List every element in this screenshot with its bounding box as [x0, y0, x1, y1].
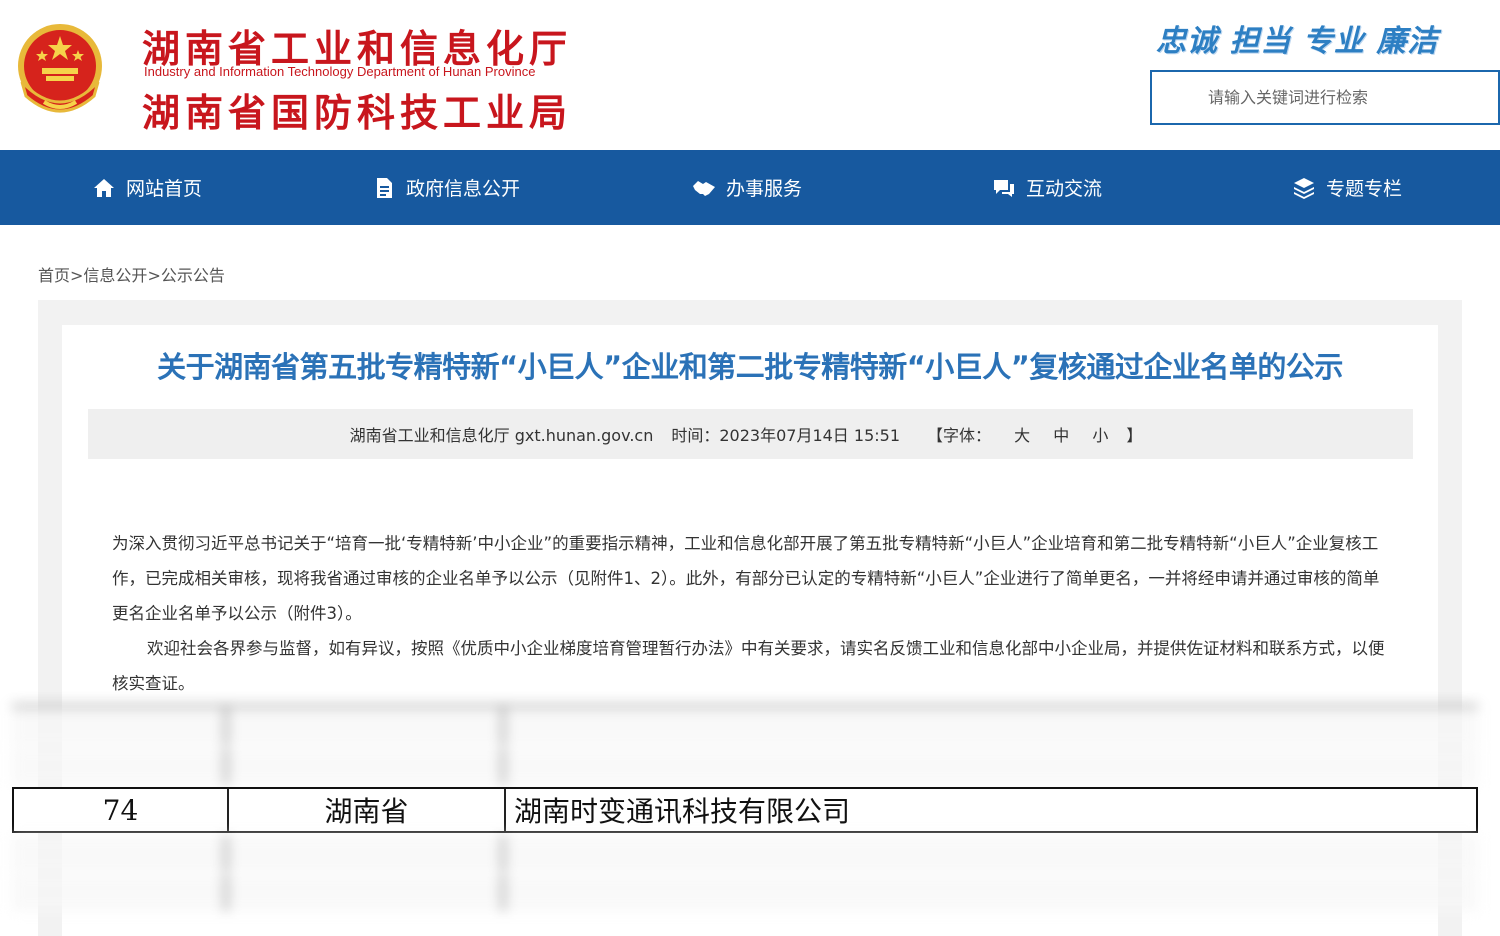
breadcrumb-separator: >	[70, 266, 84, 285]
site-header: 湖南省工业和信息化厅 Industry and Information Tech…	[0, 0, 1500, 150]
nav-item-interaction[interactable]: 互动交流	[992, 150, 1102, 225]
breadcrumb-info[interactable]: 信息公开	[83, 266, 147, 285]
font-size-prefix: 【字体：	[927, 426, 992, 445]
handshake-icon	[693, 180, 715, 196]
font-medium-button[interactable]: 中	[1053, 426, 1069, 445]
document-icon	[377, 177, 392, 198]
nav-item-label: 网站首页	[126, 178, 203, 200]
national-emblem-icon	[18, 24, 102, 113]
nav-item-services[interactable]: 办事服务	[692, 150, 802, 225]
blurred-table-row	[12, 835, 1478, 873]
blurred-table-row	[12, 873, 1478, 911]
slogan: 忠诚 担当 专业 廉洁	[1156, 24, 1439, 59]
logo-title-secondary: 湖南省国防科技工业局	[142, 90, 573, 135]
blurred-table-row	[12, 747, 1478, 785]
table-cell-company: 湖南时变通讯科技有限公司	[514, 795, 851, 828]
table-cell-province: 湖南省	[229, 789, 506, 831]
article-meta: 湖南省工业和信息化厅 gxt.hunan.gov.cn 时间：2023年07月1…	[88, 409, 1413, 459]
table-row-highlighted: 74 湖南省 湖南时变通讯科技有限公司	[12, 787, 1478, 833]
nav-item-label: 政府信息公开	[406, 178, 521, 200]
table-cell-no: 74	[14, 789, 229, 831]
nav-item-gov-info[interactable]: 政府信息公开	[372, 150, 520, 225]
article-body: 为深入贯彻习近平总书记关于“培育一批‘专精特新’中小企业”的重要指示精神，工业和…	[112, 526, 1392, 701]
nav-item-home[interactable]: 网站首页	[92, 150, 202, 225]
nav-item-label: 互动交流	[1026, 178, 1103, 200]
layers-icon	[1294, 177, 1314, 199]
breadcrumb: 首页>信息公开>公示公告	[38, 262, 225, 286]
breadcrumb-notices[interactable]: 公示公告	[161, 266, 225, 285]
blurred-table-row	[12, 705, 1478, 747]
breadcrumb-home[interactable]: 首页	[38, 266, 70, 285]
nav-item-topics[interactable]: 专题专栏	[1292, 150, 1402, 225]
search-input[interactable]	[1152, 72, 1498, 123]
nav-item-label: 办事服务	[726, 178, 803, 200]
article-source: 湖南省工业和信息化厅 gxt.hunan.gov.cn	[349, 426, 654, 445]
article-time: 时间：2023年07月14日 15:51	[671, 426, 900, 445]
main-nav: 网站首页 政府信息公开 办事服务 互动交流 专题专栏	[0, 150, 1500, 225]
article-title: 关于湖南省第五批专精特新“小巨人”企业和第二批专精特新“小巨人”复核通过企业名单…	[157, 350, 1343, 384]
article-paragraph: 欢迎社会各界参与监督，如有异议，按照《优质中小企业梯度培育管理暂行办法》中有关要…	[112, 639, 1385, 693]
font-size-suffix: 】	[1126, 426, 1143, 445]
font-small-button[interactable]: 小	[1092, 426, 1108, 445]
nav-item-label: 专题专栏	[1326, 178, 1403, 200]
font-large-button[interactable]: 大	[1014, 426, 1030, 445]
chat-icon	[994, 179, 1014, 197]
search-box[interactable]	[1150, 70, 1500, 125]
home-icon	[94, 178, 114, 197]
font-size-control: 【字体： 大 中 小】	[918, 422, 1151, 446]
breadcrumb-separator: >	[147, 266, 161, 285]
article-paragraph: 为深入贯彻习近平总书记关于“培育一批‘专精特新’中小企业”的重要指示精神，工业和…	[112, 534, 1380, 623]
logo-title-english: Industry and Information Technology Depa…	[144, 64, 536, 79]
company-table-image: 74 湖南省 湖南时变通讯科技有限公司	[12, 705, 1478, 911]
